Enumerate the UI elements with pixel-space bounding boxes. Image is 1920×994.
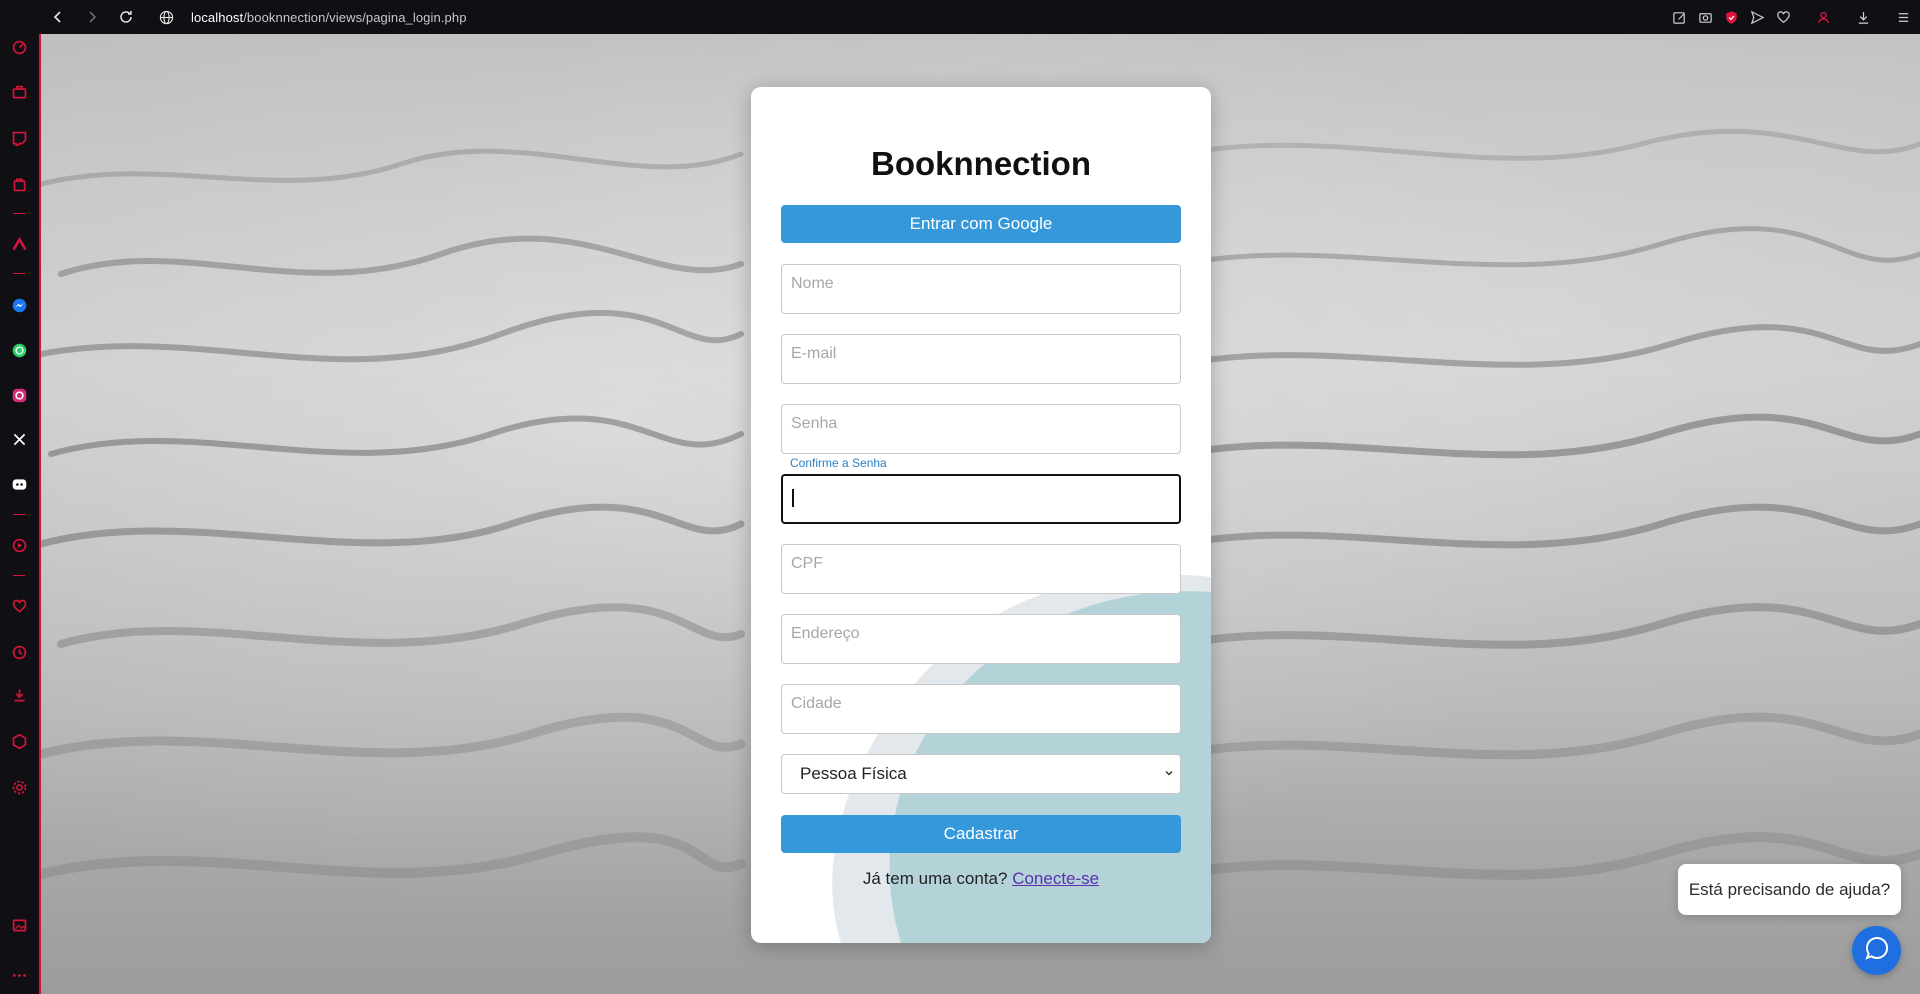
- twitch-icon[interactable]: [8, 127, 30, 149]
- sidebar-separator: [13, 575, 25, 576]
- forward-icon[interactable]: [75, 0, 109, 34]
- more-icon[interactable]: [8, 964, 30, 986]
- player-icon[interactable]: [8, 534, 30, 556]
- sidebar-separator: [13, 213, 25, 214]
- address-field[interactable]: Endereço: [781, 614, 1181, 664]
- email-placeholder: E-mail: [791, 345, 837, 362]
- bag-icon[interactable]: [8, 173, 30, 195]
- sidebar-separator: [13, 514, 25, 515]
- reload-icon[interactable]: [109, 0, 143, 34]
- gallery-icon[interactable]: [8, 914, 30, 936]
- discord-icon[interactable]: [8, 473, 30, 495]
- email-field[interactable]: E-mail: [781, 334, 1181, 384]
- briefcase-icon[interactable]: [8, 81, 30, 103]
- camera-icon[interactable]: [1694, 0, 1716, 34]
- vivaldi-icon[interactable]: [8, 233, 30, 255]
- chevron-down-icon: [1164, 768, 1174, 781]
- history-icon[interactable]: [8, 641, 30, 663]
- address-bar[interactable]: localhost/booknnection/views/pagina_logi…: [191, 10, 467, 25]
- browser-sidebar: [0, 0, 41, 994]
- text-cursor: [792, 489, 794, 507]
- account-type-value: Pessoa Física: [800, 764, 907, 783]
- password-field[interactable]: Senha: [781, 404, 1181, 454]
- sidebar-separator: [13, 273, 25, 274]
- register-button[interactable]: Cadastrar: [781, 815, 1181, 853]
- chat-icon: [1864, 935, 1890, 966]
- browser-toolbar: localhost/booknnection/views/pagina_logi…: [0, 0, 1920, 34]
- instagram-icon[interactable]: [8, 384, 30, 406]
- download-icon[interactable]: [8, 684, 30, 706]
- heart-icon[interactable]: [8, 595, 30, 617]
- signup-card: Booknnection Entrar com Google Nome E-ma…: [751, 87, 1211, 943]
- confirm-password-label: Confirme a Senha: [790, 456, 887, 470]
- toolbar-right: [1668, 0, 1914, 34]
- confirm-password-field[interactable]: [781, 474, 1181, 524]
- messenger-icon[interactable]: [8, 294, 30, 316]
- address-placeholder: Endereço: [791, 625, 860, 642]
- city-placeholder: Cidade: [791, 695, 842, 712]
- back-icon[interactable]: [41, 0, 75, 34]
- url-path: /booknnection/views/pagina_login.php: [243, 9, 467, 25]
- name-placeholder: Nome: [791, 275, 834, 292]
- speed-dial-icon[interactable]: [8, 36, 30, 58]
- edit-icon[interactable]: [1668, 0, 1690, 34]
- x-icon[interactable]: [8, 428, 30, 450]
- cube-icon[interactable]: [8, 730, 30, 752]
- password-placeholder: Senha: [791, 415, 838, 432]
- url-host: localhost: [191, 9, 244, 25]
- page-background: Booknnection Entrar com Google Nome E-ma…: [41, 34, 1920, 994]
- heart-icon[interactable]: [1772, 0, 1794, 34]
- cpf-field[interactable]: CPF: [781, 544, 1181, 594]
- chat-button[interactable]: [1852, 926, 1901, 975]
- whatsapp-icon[interactable]: [8, 339, 30, 361]
- globe-icon[interactable]: [151, 0, 181, 34]
- menu-icon[interactable]: [1892, 0, 1914, 34]
- settings-icon[interactable]: [8, 776, 30, 798]
- login-prompt-text: Já tem uma conta?: [862, 869, 1008, 888]
- cpf-placeholder: CPF: [791, 555, 823, 572]
- name-field[interactable]: Nome: [781, 264, 1181, 314]
- page-title: Booknnection: [871, 145, 1091, 182]
- shield-icon[interactable]: [1720, 0, 1742, 34]
- send-icon[interactable]: [1746, 0, 1768, 34]
- login-prompt-line: Já tem uma conta? Conecte-se: [781, 869, 1181, 889]
- login-link[interactable]: Conecte-se: [1012, 869, 1099, 888]
- help-bubble[interactable]: Está precisando de ajuda?: [1678, 864, 1901, 915]
- profile-icon[interactable]: [1812, 0, 1834, 34]
- city-field[interactable]: Cidade: [781, 684, 1181, 734]
- download-icon[interactable]: [1852, 0, 1874, 34]
- google-login-button[interactable]: Entrar com Google: [781, 205, 1181, 243]
- account-type-select[interactable]: Pessoa Física: [781, 754, 1181, 794]
